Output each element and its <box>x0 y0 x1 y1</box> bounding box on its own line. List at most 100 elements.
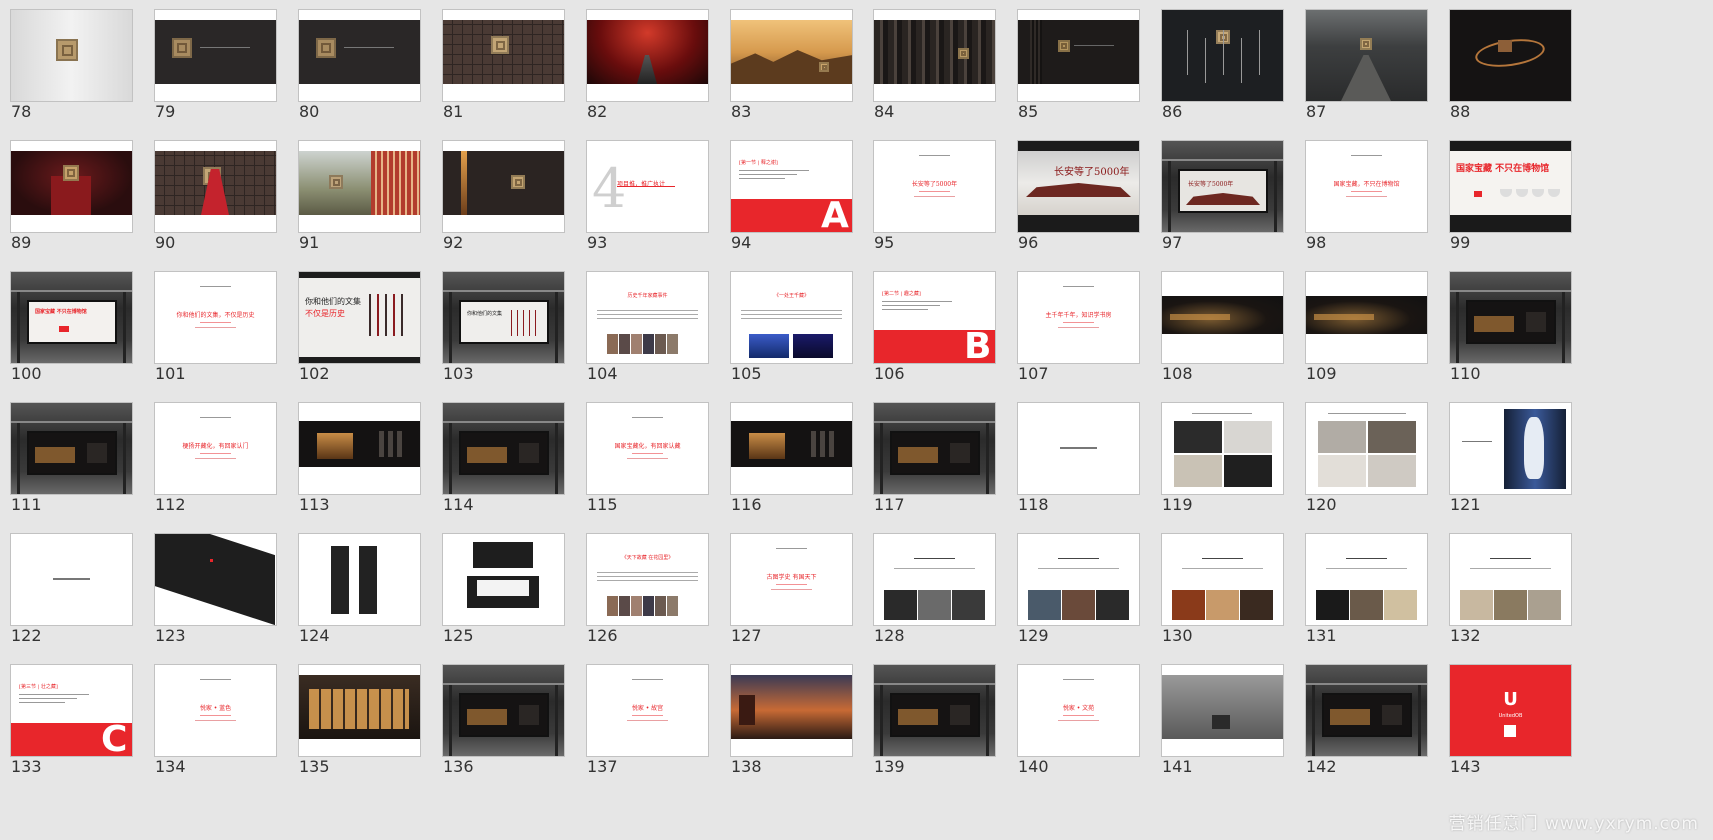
slide-item[interactable]: 129 <box>1007 524 1139 645</box>
slide-item[interactable]: 长安等了5000年 96 <box>1007 131 1139 252</box>
slide-thumbnail[interactable]: 悦家 • 故宫 <box>587 665 708 756</box>
slide-item[interactable]: 83 <box>720 0 852 121</box>
slide-thumbnail[interactable] <box>1018 534 1139 625</box>
slide-item[interactable]: 悦家 • 蓝色 134 <box>144 655 276 776</box>
slide-item[interactable]: 《一处王千藏》 105 <box>720 262 852 383</box>
slide-item[interactable]: [第三节 | 壮之藏] C 133 <box>0 655 132 776</box>
slide-item[interactable]: 梗扬开藏化，有回家认门 112 <box>144 393 276 514</box>
slide-item[interactable]: 国家宝藏 不只在博物馆 99 <box>1439 131 1571 252</box>
slide-thumbnail[interactable] <box>1306 403 1427 494</box>
slide-thumbnail[interactable] <box>1162 534 1283 625</box>
slide-thumbnail[interactable] <box>155 534 276 625</box>
slide-item[interactable]: 119 <box>1151 393 1283 514</box>
slide-item[interactable]: 87 <box>1295 0 1427 121</box>
slide-thumbnail[interactable] <box>443 141 564 232</box>
slide-thumbnail[interactable]: 主千年千年，知识学书房 <box>1018 272 1139 363</box>
slide-item[interactable]: 悦家 • 故宫 137 <box>576 655 708 776</box>
slide-thumbnail[interactable]: 《天下故藏 在花园里》 <box>587 534 708 625</box>
slide-item[interactable]: 4 项目推，推广执计 93 <box>576 131 708 252</box>
slide-item[interactable]: 78 <box>0 0 132 121</box>
slide-thumbnail[interactable]: 4 项目推，推广执计 <box>587 141 708 232</box>
slide-item[interactable]: 79 <box>144 0 276 121</box>
slide-item[interactable]: 114 <box>432 393 564 514</box>
slide-item[interactable]: [第二节 | 趣之藏] B 106 <box>863 262 995 383</box>
slide-item[interactable]: 国家宝藏化，有回家认藏 115 <box>576 393 708 514</box>
slide-item[interactable]: 135 <box>288 655 420 776</box>
slide-item[interactable]: 长安等了5000年 97 <box>1151 131 1283 252</box>
slide-item[interactable]: 你和他们的文集 不仅是历史 102 <box>288 262 420 383</box>
slide-item[interactable]: 116 <box>720 393 852 514</box>
slide-thumbnail[interactable] <box>11 534 132 625</box>
slide-thumbnail[interactable]: [第三节 | 壮之藏] C <box>11 665 132 756</box>
slide-thumbnail[interactable]: 国家宝藏 不只在博物馆 <box>11 272 132 363</box>
slide-item[interactable]: 138 <box>720 655 852 776</box>
slide-thumbnail[interactable] <box>155 141 276 232</box>
slide-thumbnail[interactable] <box>11 141 132 232</box>
slide-thumbnail[interactable] <box>1450 272 1571 363</box>
slide-thumbnail[interactable]: 国家宝藏，不只在博物馆 <box>1306 141 1427 232</box>
slide-thumbnail[interactable]: 历史千年家藏事件 <box>587 272 708 363</box>
slide-item[interactable]: 92 <box>432 131 564 252</box>
slide-thumbnail[interactable] <box>731 403 852 494</box>
slide-thumbnail[interactable]: 你和他们的文集 不仅是历史 <box>299 272 420 363</box>
slide-item[interactable]: 121 <box>1439 393 1571 514</box>
slide-item[interactable]: 89 <box>0 131 132 252</box>
slide-thumbnail[interactable] <box>299 403 420 494</box>
slide-thumbnail[interactable] <box>443 10 564 101</box>
slide-thumbnail[interactable] <box>443 534 564 625</box>
slide-thumbnail[interactable]: 长安等了5000年 <box>1162 141 1283 232</box>
slide-item[interactable]: 120 <box>1295 393 1427 514</box>
slide-thumbnail[interactable]: [第一节 | 释之谢] A <box>731 141 852 232</box>
slide-thumbnail[interactable] <box>1162 665 1283 756</box>
slide-item[interactable]: 113 <box>288 393 420 514</box>
slide-thumbnail[interactable] <box>1162 403 1283 494</box>
slide-thumbnail[interactable] <box>1018 10 1139 101</box>
slide-item[interactable]: 123 <box>144 524 276 645</box>
slide-thumbnail[interactable]: 《一处王千藏》 <box>731 272 852 363</box>
slide-thumbnail[interactable]: 长安等了5000年 <box>874 141 995 232</box>
slide-item[interactable]: 118 <box>1007 393 1139 514</box>
slide-item[interactable]: 90 <box>144 131 276 252</box>
slide-thumbnail[interactable] <box>443 403 564 494</box>
slide-item[interactable]: [第一节 | 释之谢] A 94 <box>720 131 852 252</box>
slide-thumbnail[interactable] <box>299 10 420 101</box>
slide-item[interactable]: 125 <box>432 524 564 645</box>
slide-thumbnail[interactable] <box>874 403 995 494</box>
slide-item[interactable]: 国家宝藏 不只在博物馆 100 <box>0 262 132 383</box>
slide-item[interactable]: 86 <box>1151 0 1283 121</box>
slide-item[interactable]: 悦家 • 文苑 140 <box>1007 655 1139 776</box>
slide-thumbnail[interactable] <box>1450 403 1571 494</box>
slide-thumbnail[interactable] <box>874 534 995 625</box>
slide-item[interactable]: 国家宝藏，不只在博物馆 98 <box>1295 131 1427 252</box>
slide-thumbnail[interactable]: U UnitedOB <box>1450 665 1571 756</box>
slide-thumbnail[interactable]: 你和他们的文集 <box>443 272 564 363</box>
slide-item[interactable]: 136 <box>432 655 564 776</box>
slide-item[interactable]: 128 <box>863 524 995 645</box>
slide-thumbnail[interactable] <box>1306 10 1427 101</box>
slide-thumbnail[interactable] <box>874 665 995 756</box>
slide-thumbnail[interactable] <box>874 10 995 101</box>
slide-thumbnail[interactable] <box>155 10 276 101</box>
slide-item[interactable]: 84 <box>863 0 995 121</box>
slide-item[interactable]: 你和他们的文集 103 <box>432 262 564 383</box>
slide-item[interactable]: 109 <box>1295 262 1427 383</box>
slide-item[interactable]: 141 <box>1151 655 1283 776</box>
slide-thumbnail[interactable]: 悦家 • 蓝色 <box>155 665 276 756</box>
slide-item[interactable]: 《天下故藏 在花园里》 126 <box>576 524 708 645</box>
slide-thumbnail[interactable] <box>1306 272 1427 363</box>
slide-thumbnail[interactable]: 古图学史 有国天下 <box>731 534 852 625</box>
slide-thumbnail[interactable] <box>1306 534 1427 625</box>
slide-thumbnail[interactable] <box>1162 272 1283 363</box>
slide-thumbnail[interactable] <box>1306 665 1427 756</box>
slide-item[interactable]: 117 <box>863 393 995 514</box>
slide-item[interactable]: 长安等了5000年 95 <box>863 131 995 252</box>
slide-thumbnail[interactable] <box>587 10 708 101</box>
slide-item[interactable]: 85 <box>1007 0 1139 121</box>
slide-thumbnail[interactable] <box>443 665 564 756</box>
slide-thumbnail[interactable] <box>731 10 852 101</box>
slide-thumbnail[interactable] <box>1162 10 1283 101</box>
slide-item[interactable]: 130 <box>1151 524 1283 645</box>
slide-item[interactable]: 108 <box>1151 262 1283 383</box>
slide-thumbnail[interactable]: 悦家 • 文苑 <box>1018 665 1139 756</box>
slide-item[interactable]: 80 <box>288 0 420 121</box>
